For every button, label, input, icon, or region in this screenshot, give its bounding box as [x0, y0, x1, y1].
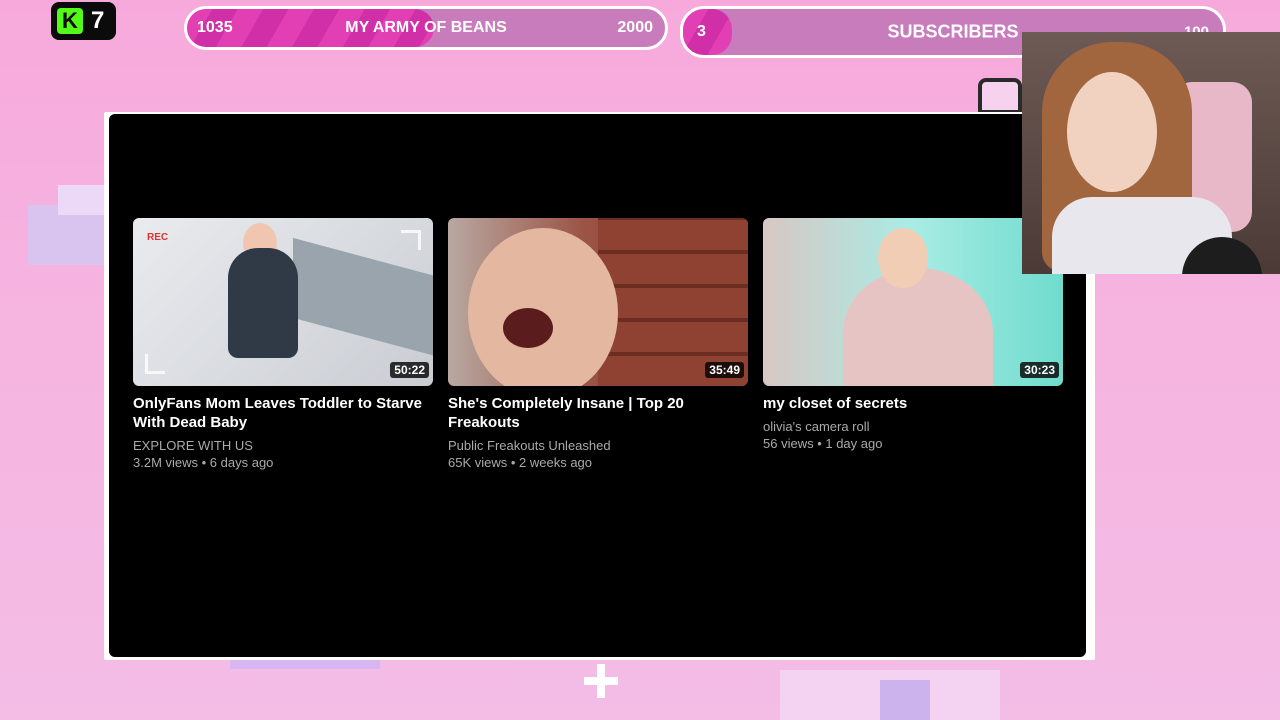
- channel-name[interactable]: olivia's camera roll: [763, 419, 1063, 434]
- thumbnail-art: [843, 268, 993, 386]
- thumbnail-art: [598, 218, 748, 386]
- video-title[interactable]: my closet of secrets: [763, 394, 1063, 413]
- video-card[interactable]: REC 50:22 OnlyFans Mom Leaves Toddler to…: [133, 218, 433, 470]
- sparkle-icon: [584, 664, 618, 698]
- frame-corner: [401, 230, 421, 250]
- frame-corner: [145, 354, 165, 374]
- webcam-feed: [1022, 32, 1280, 274]
- goal-label: MY ARMY OF BEANS: [345, 19, 507, 36]
- video-meta: 65K views • 2 weeks ago: [448, 455, 593, 470]
- kick-logo: K 7: [51, 2, 116, 40]
- video-thumbnail[interactable]: 35:49: [448, 218, 748, 386]
- video-thumbnail[interactable]: REC 50:22: [133, 218, 433, 386]
- beans-goal-bar: 1035 MY ARMY OF BEANS 2000: [184, 6, 668, 50]
- thumbnail-art: [878, 228, 928, 288]
- thumbnail-art: [468, 228, 618, 386]
- viewer-count: 7: [91, 7, 105, 34]
- video-card[interactable]: 30:23 my closet of secrets olivia's came…: [763, 218, 1063, 451]
- kick-icon: K: [57, 8, 83, 34]
- video-meta: 56 views • 1 day ago: [763, 436, 883, 451]
- pixel-cloud: [58, 185, 108, 215]
- video-title[interactable]: OnlyFans Mom Leaves Toddler to Starve Wi…: [133, 394, 433, 432]
- video-meta: 3.2M views • 6 days ago: [133, 455, 274, 470]
- video-thumbnail[interactable]: 30:23: [763, 218, 1063, 386]
- thumbnail-art: [228, 248, 298, 358]
- pixel-heart-icon: [978, 78, 1022, 114]
- webcam-art: [1067, 72, 1157, 192]
- video-duration: 35:49: [705, 362, 744, 378]
- channel-name[interactable]: EXPLORE WITH US: [133, 438, 433, 453]
- thumbnail-art: [503, 308, 553, 348]
- video-duration: 30:23: [1020, 362, 1059, 378]
- channel-name[interactable]: Public Freakouts Unleashed: [448, 438, 748, 453]
- video-card[interactable]: 35:49 She's Completely Insane | Top 20 F…: [448, 218, 748, 470]
- goal-target: 2000: [617, 19, 653, 36]
- thumbnail-art: [293, 237, 433, 359]
- rec-badge: REC: [147, 232, 169, 243]
- video-title[interactable]: She's Completely Insane | Top 20 Freakou…: [448, 394, 748, 432]
- video-duration: 50:22: [390, 362, 429, 378]
- pixel-cloud: [880, 680, 930, 720]
